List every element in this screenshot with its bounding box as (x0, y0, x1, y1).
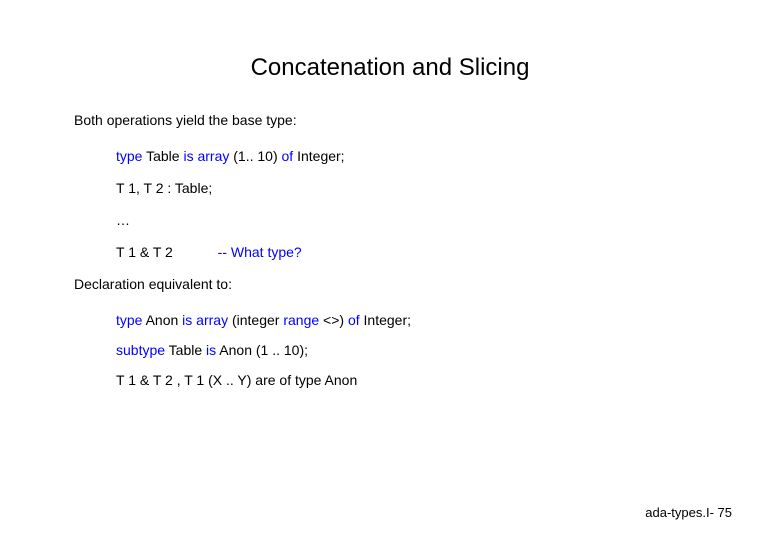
concat-comment: -- What type? (218, 244, 302, 260)
anon-ident: Anon (142, 312, 182, 328)
decl-equiv-text: Declaration equivalent to: (74, 276, 720, 292)
page-footer: ada-types.I- 75 (645, 505, 732, 520)
subtype-line: subtype Table is Anon (1 .. 10); (116, 342, 720, 358)
concat-expr: T 1 & T 2 (116, 244, 206, 260)
var-decl-line: T 1, T 2 : Table; (116, 180, 720, 196)
subtype-rest: Anon (1 .. 10); (216, 342, 308, 358)
keyword-range: range (283, 312, 319, 328)
content-area: Both operations yield the base type: typ… (0, 112, 780, 388)
keyword-subtype: subtype (116, 342, 165, 358)
type-table-line: type Table is array (1.. 10) of Integer; (116, 148, 720, 164)
ellipsis-line: … (116, 212, 720, 228)
anon-conclusion-line: T 1 & T 2 , T 1 (X .. Y) are of type Ano… (116, 372, 720, 388)
anon-type-line: type Anon is array (integer range <>) of… (116, 312, 720, 328)
code-block-1: type Table is array (1.. 10) of Integer;… (74, 148, 720, 260)
code1-range: (1.. 10) (229, 148, 281, 164)
intro-text: Both operations yield the base type: (74, 112, 720, 128)
keyword-of: of (282, 148, 294, 164)
subtype-name: Table (165, 342, 206, 358)
keyword-type: type (116, 148, 142, 164)
anon-int: Integer; (360, 312, 411, 328)
concat-line: T 1 & T 2 -- What type? (116, 244, 720, 260)
anon-range: (integer (228, 312, 283, 328)
slide-title: Concatenation and Slicing (0, 0, 780, 112)
keyword-is-array2: is array (182, 312, 228, 328)
keyword-is2: is (206, 342, 216, 358)
table-ident: Table (142, 148, 183, 164)
anon-diamond: <>) (319, 312, 348, 328)
code-block-2: type Anon is array (integer range <>) of… (74, 312, 720, 388)
keyword-of2: of (348, 312, 360, 328)
keyword-is-array: is array (183, 148, 229, 164)
keyword-type2: type (116, 312, 142, 328)
code1-int: Integer; (293, 148, 344, 164)
